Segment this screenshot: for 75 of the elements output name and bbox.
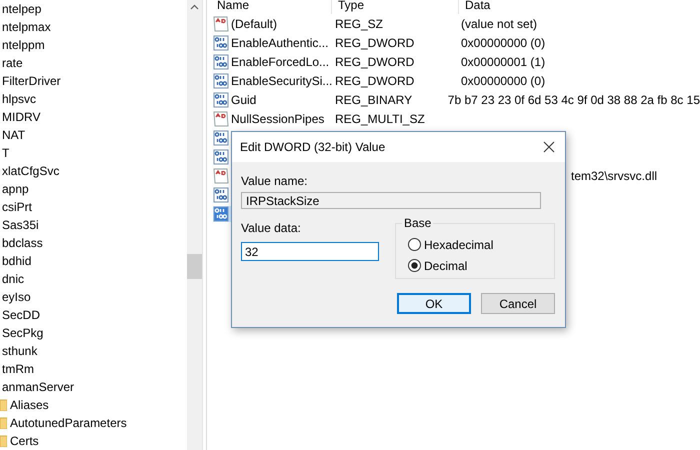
tree-item[interactable]: tmRm (0, 362, 36, 376)
tree-item[interactable]: Sas35i (0, 218, 41, 232)
string-value-icon (213, 110, 229, 126)
tree-item[interactable]: apnp (0, 182, 31, 196)
column-header[interactable]: Data (459, 0, 700, 14)
string-value-icon (213, 168, 229, 184)
value-type: REG_BINARY (335, 92, 412, 106)
tree-item[interactable]: xlatCfgSvc (0, 164, 62, 178)
value-type: REG_DWORD (335, 54, 414, 68)
field-label: Value name: (241, 174, 308, 188)
value-data: (value not set) (461, 16, 538, 30)
folder-icon (0, 417, 7, 429)
tree-item[interactable]: ntelpep (0, 2, 44, 16)
tree-item[interactable]: anmanServer (0, 380, 76, 394)
value-name: EnableAuthentic... (231, 36, 329, 50)
tree-item[interactable]: T (0, 146, 12, 160)
binary-value-icon (213, 186, 229, 202)
tree-item[interactable]: ntelppm (0, 38, 47, 52)
tree-item[interactable]: rate (0, 56, 25, 70)
tree-item[interactable]: Aliases (8, 398, 51, 412)
tree-item[interactable]: ntelpmax (0, 20, 53, 34)
binary-value-icon (213, 130, 229, 146)
string-value-icon (213, 16, 229, 32)
tree-item[interactable]: SecDD (0, 308, 42, 322)
binary-value-icon (213, 206, 229, 222)
tree-item[interactable]: bdhid (0, 254, 34, 268)
radio-label[interactable]: Decimal (424, 258, 468, 272)
field-label: Value data: (241, 221, 302, 235)
value-name: (Default) (231, 16, 278, 30)
column-header[interactable]: Type (332, 0, 459, 14)
tree-item[interactable]: hlpsvc (0, 92, 38, 106)
binary-value-icon (213, 148, 229, 164)
value-data-field[interactable]: 32 (241, 242, 379, 261)
value-data: 0x00000000 (0) (461, 74, 546, 88)
tree-item[interactable]: sthunk (0, 344, 40, 358)
dialog-button[interactable]: OK (397, 293, 471, 314)
value-name: EnableForcedLo... (231, 54, 330, 68)
tree-item[interactable]: FilterDriver (0, 74, 63, 88)
close-icon[interactable] (543, 141, 555, 153)
scroll-thumb[interactable] (187, 254, 202, 279)
value-name: Guid (231, 92, 258, 106)
value-data: 7b b7 23 23 0f 6d 53 4c 9f 0d 38 88 2a fb 8c 15 (448, 92, 700, 106)
radio-button[interactable] (408, 259, 421, 272)
tree-item[interactable]: Certs (8, 434, 41, 448)
group-label: Base (402, 216, 434, 230)
value-name: NullSessionPipes (231, 112, 326, 126)
value-type: REG_DWORD (335, 36, 414, 50)
scrollbar[interactable] (187, 0, 202, 450)
binary-value-icon (213, 72, 229, 88)
value-type: REG_DWORD (335, 74, 414, 88)
folder-icon (0, 399, 7, 411)
tree-item[interactable]: MIDRV (0, 110, 42, 124)
binary-value-icon (213, 54, 229, 70)
tree-item[interactable]: SecPkg (0, 326, 46, 340)
tree-item[interactable]: csiPrt (0, 200, 34, 214)
tree-item[interactable]: eyIso (0, 290, 33, 304)
binary-value-icon (213, 92, 229, 108)
value-data: 0x00000001 (1) (461, 54, 546, 68)
radio-button[interactable] (408, 238, 421, 251)
value-data: tem32\srvsvc.dll (570, 168, 658, 182)
tree-item[interactable]: dnic (0, 272, 26, 286)
dialog-button[interactable]: Cancel (481, 293, 555, 314)
tree-item[interactable]: AutotunedParameters (8, 416, 129, 430)
value-name: EnableSecuritySi... (231, 74, 331, 88)
tree-item[interactable]: bdclass (0, 236, 45, 250)
folder-icon (0, 435, 7, 447)
binary-value-icon (213, 34, 229, 50)
value-type: REG_SZ (335, 16, 384, 30)
value-data: 0x00000000 (0) (461, 36, 546, 50)
radio-label[interactable]: Hexadecimal (424, 238, 494, 252)
value-name-field[interactable]: IRPStackSize (241, 192, 541, 209)
dialog-title: Edit DWORD (32-bit) Value (240, 140, 386, 154)
value-type: REG_MULTI_SZ (335, 112, 425, 126)
column-header[interactable]: Name (211, 0, 332, 14)
tree-item[interactable]: NAT (0, 128, 28, 142)
